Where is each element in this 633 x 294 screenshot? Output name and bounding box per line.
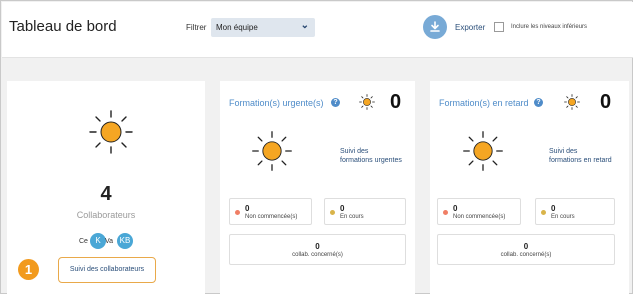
in-progress-value: 0 (340, 204, 345, 213)
in-progress-label: En cours (340, 214, 364, 220)
late-tracking-link-line1: Suivi des (549, 148, 578, 155)
step-badge: 1 (18, 259, 39, 280)
concerned-label: collab. concerné(s) (292, 252, 343, 258)
filter-select[interactable]: Mon équipe ⌄ (211, 18, 315, 37)
download-icon (430, 21, 440, 32)
export-label[interactable]: Exporter (455, 23, 485, 32)
export-button[interactable] (423, 15, 447, 39)
in-progress-label: En cours (551, 214, 575, 220)
filter-label: Filtrer (186, 23, 207, 32)
filter-select-value: Mon équipe (216, 23, 258, 32)
concerned-collaborators-stat[interactable]: 0 collab. concerné(s) (229, 234, 406, 265)
urgent-tracking-link-line1: Suivi des (340, 148, 369, 155)
concerned-value: 0 (315, 242, 320, 251)
sun-icon (564, 94, 580, 110)
concerned-value: 0 (523, 242, 529, 251)
collaborators-label: Collaborateurs (76, 210, 136, 220)
concerned-collaborators-stat[interactable]: 0 collab. concerné(s) (437, 234, 615, 265)
card-title: Formation(s) en retard (439, 98, 529, 108)
not-started-value: 0 (453, 204, 458, 213)
urgent-trainings-card: Formation(s) urgente(s) ? 0 Suivi des fo (220, 81, 415, 294)
not-started-value: 0 (245, 204, 250, 213)
sun-icon (252, 131, 292, 171)
late-trainings-card: Formation(s) en retard ? 0 Suivi des for (430, 81, 629, 294)
concerned-label: collab. concerné(s) (500, 252, 552, 258)
dashboard-frame: Tableau de bord Filtrer Mon équipe ⌄ Exp… (0, 0, 633, 294)
in-progress-stat[interactable]: 0 En cours (324, 198, 406, 225)
header-bar: Tableau de bord Filtrer Mon équipe ⌄ Exp… (2, 2, 633, 58)
urgent-count: 0 (390, 91, 402, 113)
avatar[interactable]: K (90, 233, 106, 249)
not-started-label: Non commencée(s) (453, 214, 506, 220)
not-started-stat[interactable]: 0 Non commencée(s) (437, 198, 521, 225)
include-lower-levels-checkbox[interactable] (494, 22, 504, 32)
card-title: Formation(s) urgente(s) (229, 98, 324, 108)
late-count: 0 (600, 91, 612, 113)
team-card: 4 Collaborateurs Ce K Va KB 1 Suivi des … (7, 81, 205, 294)
urgent-tracking-link[interactable]: Suivi des formations urgentes (340, 147, 402, 165)
sun-icon (359, 94, 375, 110)
chevron-down-icon: ⌄ (300, 20, 309, 31)
not-started-dot (235, 210, 240, 215)
in-progress-stat[interactable]: 0 En cours (535, 198, 615, 225)
not-started-stat[interactable]: 0 Non commencée(s) (229, 198, 312, 225)
in-progress-value: 0 (551, 204, 556, 213)
avatar[interactable]: Va (105, 238, 113, 245)
collaborators-count: 4 (100, 183, 112, 205)
avatar[interactable]: KB (117, 233, 133, 249)
avatar[interactable]: Ce (79, 238, 88, 245)
include-lower-levels-label: Inclure les niveaux inférieurs (511, 24, 588, 30)
late-tracking-link[interactable]: Suivi des formations en retard (549, 147, 612, 165)
in-progress-dot (330, 210, 335, 215)
collaborators-tracking-button[interactable]: Suivi des collaborateurs (58, 257, 156, 283)
in-progress-dot (541, 210, 546, 215)
late-tracking-link-line2: formations en retard (549, 157, 612, 164)
urgent-tracking-link-line2: formations urgentes (340, 157, 402, 164)
page-title: Tableau de bord (9, 18, 117, 35)
sun-icon (463, 131, 503, 171)
not-started-label: Non commencée(s) (245, 214, 298, 220)
sun-icon (89, 110, 133, 154)
help-icon[interactable]: ? (534, 98, 543, 107)
not-started-dot (443, 210, 448, 215)
help-icon[interactable]: ? (331, 98, 340, 107)
